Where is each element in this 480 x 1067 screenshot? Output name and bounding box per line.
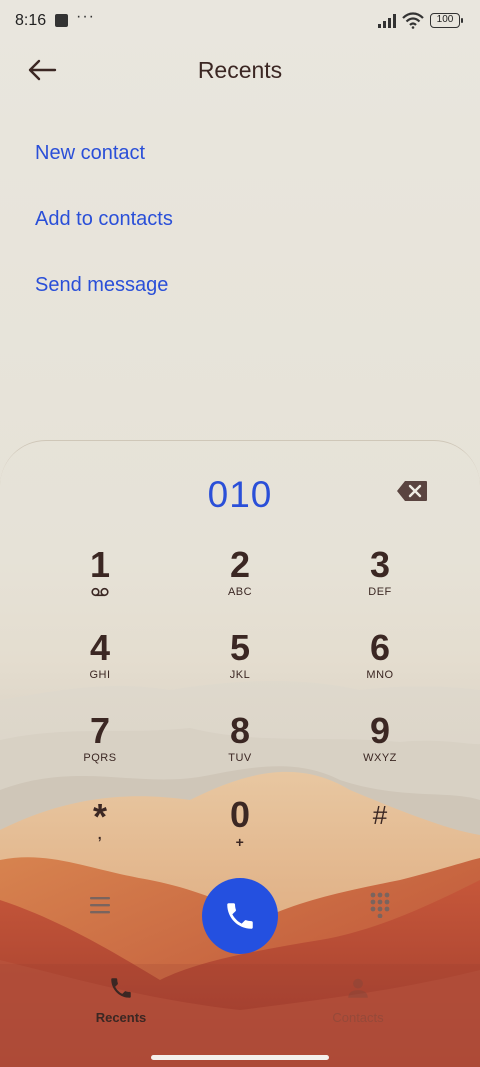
key-letters: TUV [228, 752, 252, 764]
nav-label: Recents [95, 1010, 147, 1025]
key-9[interactable]: 9 WXYZ [325, 712, 435, 782]
key-letters: GHI [89, 669, 111, 681]
key-digit: 6 [369, 627, 391, 668]
key-digit: 1 [89, 544, 111, 585]
key-1[interactable]: 1 [45, 546, 155, 616]
key-digit: 2 [229, 544, 251, 585]
call-button[interactable] [202, 878, 278, 954]
key-0[interactable]: 0 + [185, 796, 295, 866]
key-letters: WXYZ [363, 752, 397, 764]
page-title: Recents [197, 57, 283, 83]
nav-tab-contacts[interactable]: Contacts [298, 975, 418, 1025]
key-letters: + [235, 834, 245, 850]
key-digit: 4 [89, 627, 111, 668]
more-notifications-icon: ··· [76, 8, 95, 25]
menu-button[interactable] [86, 892, 114, 918]
keypad-toggle-button[interactable] [366, 890, 394, 919]
key-8[interactable]: 8 TUV [185, 712, 295, 782]
dialpad-icon [370, 892, 390, 919]
new-contact-link[interactable]: New contact [35, 142, 145, 165]
key-7[interactable]: 7 PQRS [45, 712, 155, 782]
send-message-link[interactable]: Send message [35, 274, 168, 297]
key-digit: # [372, 800, 388, 830]
key-5[interactable]: 5 JKL [185, 629, 295, 699]
wifi-icon [402, 12, 424, 29]
key-digit: 9 [369, 710, 391, 751]
notification-icon [55, 14, 68, 27]
status-time: 8:16 [15, 12, 47, 29]
key-digit: 8 [229, 710, 251, 751]
backspace-icon [397, 481, 427, 501]
key-hash[interactable]: # [325, 796, 435, 866]
battery-icon: 100 [430, 13, 463, 28]
person-icon [348, 978, 368, 998]
battery-level: 100 [436, 14, 454, 25]
signal-icon [378, 14, 396, 28]
nav-label: Contacts [332, 1010, 384, 1025]
key-digit: 5 [229, 627, 251, 668]
key-letters: MNO [366, 669, 394, 681]
backspace-button[interactable] [396, 480, 436, 506]
key-digit: 3 [369, 544, 391, 585]
key-2[interactable]: 2 ABC [185, 546, 295, 616]
key-letters: PQRS [83, 752, 117, 764]
phone-icon [227, 903, 253, 929]
key-4[interactable]: 4 GHI [45, 629, 155, 699]
key-digit: 0 [229, 794, 251, 835]
phone-icon [111, 978, 131, 998]
nav-tab-recents[interactable]: Recents [61, 975, 181, 1025]
status-bar: 8:16 ··· 100 [0, 0, 480, 44]
key-3[interactable]: 3 DEF [325, 546, 435, 616]
add-to-contacts-link[interactable]: Add to contacts [35, 208, 173, 231]
key-star[interactable]: * , [45, 798, 155, 868]
hamburger-menu-icon [90, 897, 110, 914]
key-digit: 7 [89, 710, 111, 751]
key-letters: ABC [227, 586, 253, 598]
home-indicator[interactable] [151, 1055, 329, 1060]
key-6[interactable]: 6 MNO [325, 629, 435, 699]
key-letters: DEF [368, 586, 392, 598]
voicemail-icon [91, 587, 109, 597]
key-letters: JKL [229, 669, 251, 681]
key-letters: , [97, 826, 103, 842]
